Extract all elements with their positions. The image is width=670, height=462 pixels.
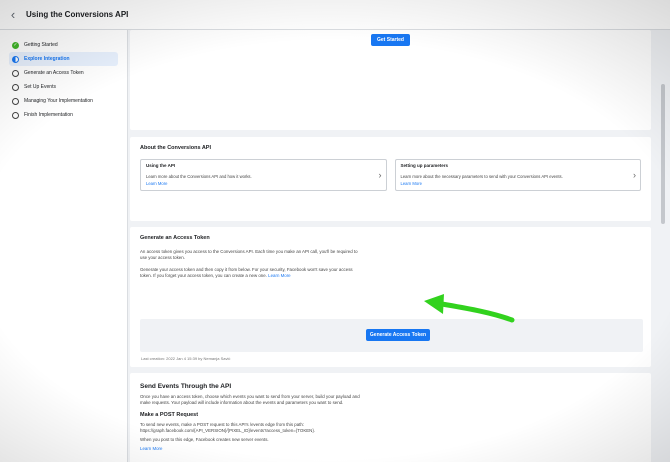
section-title: Send Events Through the API <box>140 383 232 390</box>
using-the-api-box[interactable]: Using the API Learn more about the Conve… <box>140 159 387 191</box>
about-card: About the Conversions API Using the API … <box>130 137 651 221</box>
intro-card: Get Started <box>130 30 651 130</box>
token-instructions-text: Generate your access token and then copy… <box>140 267 353 278</box>
step-label: Set Up Events <box>24 84 56 90</box>
half-circle-icon <box>12 55 19 63</box>
main-content: Get Started About the Conversions API Us… <box>130 30 654 462</box>
steps-sidebar: ✓ Getting Started Explore Integration Ge… <box>0 30 128 462</box>
sidebar-step-explore-integration[interactable]: Explore Integration <box>9 52 118 66</box>
learn-more-link[interactable]: Learn More <box>401 181 636 186</box>
box-description: Learn more about the Conversions API and… <box>146 174 252 179</box>
step-label: Getting Started <box>24 42 58 48</box>
token-description: An access token gives you access to the … <box>140 249 358 260</box>
send-events-card: Send Events Through the API Once you hav… <box>130 373 651 462</box>
learn-more-link[interactable]: Learn More <box>140 446 641 452</box>
check-circle-icon: ✓ <box>12 41 19 49</box>
post-description: To send new events, make a POST request … <box>140 422 316 433</box>
step-label: Generate an Access Token <box>24 70 84 76</box>
access-token-card: Generate an Access Token An access token… <box>130 227 651 367</box>
chevron-right-icon: › <box>633 170 636 180</box>
post-note: When you post to this edge, Facebook cre… <box>140 437 269 442</box>
sidebar-step-finish[interactable]: Finish Implementation <box>9 108 118 122</box>
scrollbar-thumb[interactable] <box>661 84 665 224</box>
learn-more-link[interactable]: Learn More <box>268 273 290 278</box>
section-title: About the Conversions API <box>140 145 211 151</box>
top-bar: ‹ Using the Conversions API <box>0 0 670 30</box>
setting-up-parameters-box[interactable]: Setting up parameters Learn more about t… <box>394 159 641 191</box>
token-instructions: Generate your access token and then copy… <box>140 267 360 279</box>
chevron-left-icon[interactable]: ‹ <box>0 7 26 22</box>
green-arrow-annotation <box>424 294 515 323</box>
empty-circle-icon <box>12 69 19 77</box>
generate-token-area: Generate Access Token <box>140 319 643 352</box>
chevron-right-icon: › <box>378 170 382 180</box>
sidebar-step-managing[interactable]: Managing Your Implementation <box>9 94 118 108</box>
sidebar-step-getting-started[interactable]: ✓ Getting Started <box>9 38 118 52</box>
step-label: Managing Your Implementation <box>24 98 93 104</box>
box-title: Setting up parameters <box>400 163 449 168</box>
box-description: Learn more about the necessary parameter… <box>400 174 563 179</box>
empty-circle-icon <box>12 83 19 91</box>
empty-circle-icon <box>12 97 19 105</box>
send-description: Once you have an access token, choose wh… <box>140 394 360 405</box>
section-title: Generate an Access Token <box>140 235 210 241</box>
scrollbar[interactable] <box>658 30 670 462</box>
sidebar-step-set-up-events[interactable]: Set Up Events <box>9 80 118 94</box>
get-started-button[interactable]: Get Started <box>371 34 410 46</box>
step-label: Finish Implementation <box>24 112 73 118</box>
sidebar-step-generate-token[interactable]: Generate an Access Token <box>9 66 118 80</box>
subsection-title: Make a POST Request <box>140 412 199 418</box>
page-title: Using the Conversions API <box>26 10 129 19</box>
box-title: Using the API <box>146 163 176 168</box>
step-label: Explore Integration <box>24 56 70 62</box>
last-creation-text: Last creation: 2022 Jan 4 15:39 by Neman… <box>141 356 231 361</box>
learn-more-link[interactable]: Learn More <box>146 181 381 186</box>
empty-circle-icon <box>12 111 19 119</box>
